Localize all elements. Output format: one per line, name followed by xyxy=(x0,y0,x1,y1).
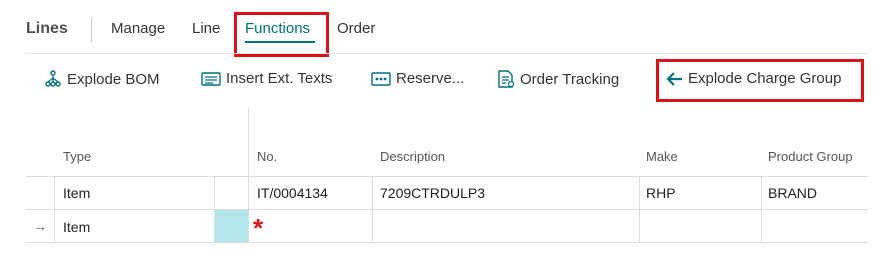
selected-cell[interactable] xyxy=(215,210,248,242)
tab-manage[interactable]: Manage xyxy=(111,20,165,37)
order-tracking-icon xyxy=(498,70,515,88)
cell-no[interactable]: IT/0004134 xyxy=(257,185,328,201)
highlight-functions-tab xyxy=(234,12,329,57)
table-cell-divider xyxy=(639,176,640,242)
insert-ext-texts-label: Insert Ext. Texts xyxy=(226,70,333,87)
explode-bom-icon xyxy=(45,70,61,87)
page-title: Lines xyxy=(26,20,68,37)
cell-type[interactable]: Item xyxy=(63,185,90,201)
insert-ext-texts-button[interactable]: Insert Ext. Texts xyxy=(201,70,332,87)
column-header-product-group[interactable]: Product Group xyxy=(768,149,853,164)
insert-text-icon xyxy=(201,71,221,86)
table-cell-divider xyxy=(761,176,762,242)
reserve-icon xyxy=(371,71,391,86)
required-field-icon: * xyxy=(253,213,264,243)
order-tracking-button[interactable]: Order Tracking xyxy=(497,70,619,88)
reserve-label: Reserve... xyxy=(396,70,465,87)
tab-line[interactable]: Line xyxy=(192,20,220,37)
order-tracking-label: Order Tracking xyxy=(520,70,620,88)
table-row-border xyxy=(26,176,868,177)
cell-type[interactable]: Item xyxy=(63,219,90,235)
reserve-button[interactable]: Reserve... xyxy=(371,70,464,87)
table-row-border xyxy=(26,242,868,243)
cell-make[interactable]: RHP xyxy=(646,185,676,201)
tab-bar: Lines Manage Line Functions Order xyxy=(0,0,883,57)
explode-bom-label: Explode BOM xyxy=(67,70,160,88)
table-cell-divider xyxy=(372,176,373,242)
cell-description[interactable]: 7209CTRDULP3 xyxy=(380,185,485,201)
tab-separator xyxy=(91,18,92,42)
column-header-description[interactable]: Description xyxy=(380,149,445,164)
highlight-explode-charge-group xyxy=(656,59,864,102)
row-marker-icon: → xyxy=(33,218,47,234)
cell-product-group[interactable]: BRAND xyxy=(768,185,817,201)
column-header-type[interactable]: Type xyxy=(63,149,91,164)
tab-order[interactable]: Order xyxy=(337,20,375,37)
toolbar-divider xyxy=(26,53,868,54)
explode-bom-button[interactable]: Explode BOM xyxy=(44,70,160,88)
table-row-border xyxy=(26,209,868,210)
column-header-make[interactable]: Make xyxy=(646,149,678,164)
column-header-no[interactable]: No. xyxy=(257,149,277,164)
table-cell-divider xyxy=(54,176,55,242)
